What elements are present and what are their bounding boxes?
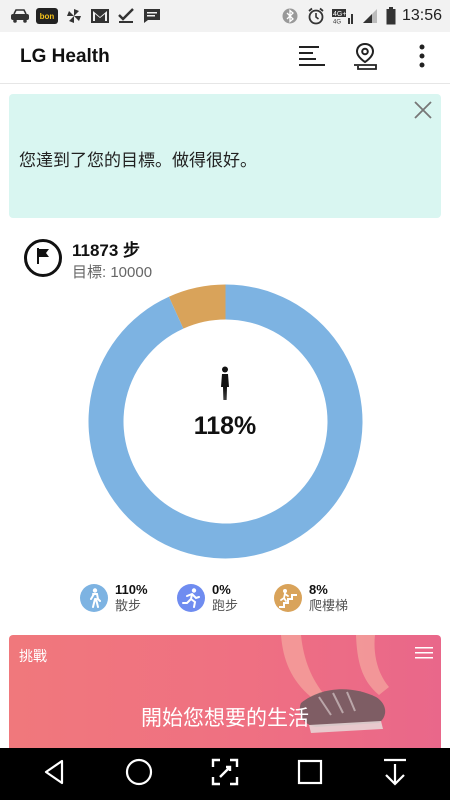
legend-run-value: 0% [212, 582, 231, 597]
step-count: 11873 步 [72, 241, 141, 260]
legend-stairs-label: 爬樓梯 [309, 599, 349, 614]
legend-walk: 110% 散步 [80, 580, 148, 616]
walking-person-icon [217, 366, 233, 402]
goal-banner: 您達到了您的目標。做得很好。 [9, 94, 441, 218]
bon-app-icon: bon [36, 8, 58, 24]
challenge-label: 挑戰 [19, 649, 47, 665]
car-icon [10, 8, 30, 24]
status-bar: bon 4G+ 4G 13:56 [0, 0, 450, 32]
battery-icon [386, 7, 396, 25]
legend-stairs-value: 8% [309, 582, 328, 597]
legend-walk-label: 散步 [115, 599, 142, 614]
banner-close-button[interactable] [409, 98, 437, 126]
goal-achieved-message: 您達到了您的目標。做得很好。 [19, 151, 257, 171]
gmail-icon [90, 8, 110, 24]
overflow-menu-icon [418, 43, 426, 73]
walking-icon [80, 584, 108, 612]
notification-pull-icon [382, 758, 408, 790]
step-goal: 目標: 10000 [72, 264, 153, 281]
capture-button[interactable] [207, 756, 243, 792]
running-icon [177, 584, 205, 612]
status-time: 13:56 [401, 7, 442, 24]
app-bar: LG Health [0, 32, 450, 84]
app-title: LG Health [20, 46, 110, 67]
pinwheel-icon [64, 8, 84, 24]
recents-button[interactable] [292, 756, 328, 792]
legend-run: 0% 跑步 [177, 580, 238, 616]
goal-flag-badge [24, 239, 62, 277]
list-menu-icon [298, 44, 326, 72]
svg-text:4G: 4G [333, 20, 341, 25]
challenge-menu-button[interactable] [411, 641, 437, 667]
back-button[interactable] [37, 756, 73, 792]
svg-text:4G+: 4G+ [333, 11, 346, 18]
hamburger-menu-icon [415, 645, 433, 664]
legend-stairs: 8% 爬樓梯 [274, 580, 348, 616]
message-icon [142, 8, 162, 24]
overflow-menu-button[interactable] [402, 38, 442, 78]
signal-icon [360, 8, 380, 24]
legend-walk-value: 110% [115, 582, 148, 597]
location-pin-icon [350, 41, 380, 75]
bluetooth-icon [280, 8, 300, 24]
checkmark-icon [116, 8, 136, 24]
notification-pull-button[interactable] [377, 756, 413, 792]
close-icon [414, 101, 432, 123]
home-icon [125, 758, 153, 790]
challenge-title: 開始您想要的生活 [141, 706, 309, 730]
lte-4g-icon: 4G+ 4G [331, 8, 354, 25]
system-nav-bar [0, 748, 450, 800]
alarm-icon [306, 7, 326, 25]
legend-run-label: 跑步 [212, 599, 239, 614]
recents-icon [297, 759, 323, 789]
list-menu-button[interactable] [292, 38, 332, 78]
flag-icon [34, 247, 52, 269]
goal-percent: 118% [193, 412, 257, 440]
challenge-card[interactable]: 挑戰 開始您想要的生活 [9, 635, 441, 755]
capture-icon [211, 758, 239, 790]
location-button[interactable] [345, 38, 385, 78]
running-shoes-illustration [281, 635, 389, 733]
home-button[interactable] [121, 756, 157, 792]
back-icon [42, 759, 68, 789]
stairs-icon [274, 584, 302, 612]
